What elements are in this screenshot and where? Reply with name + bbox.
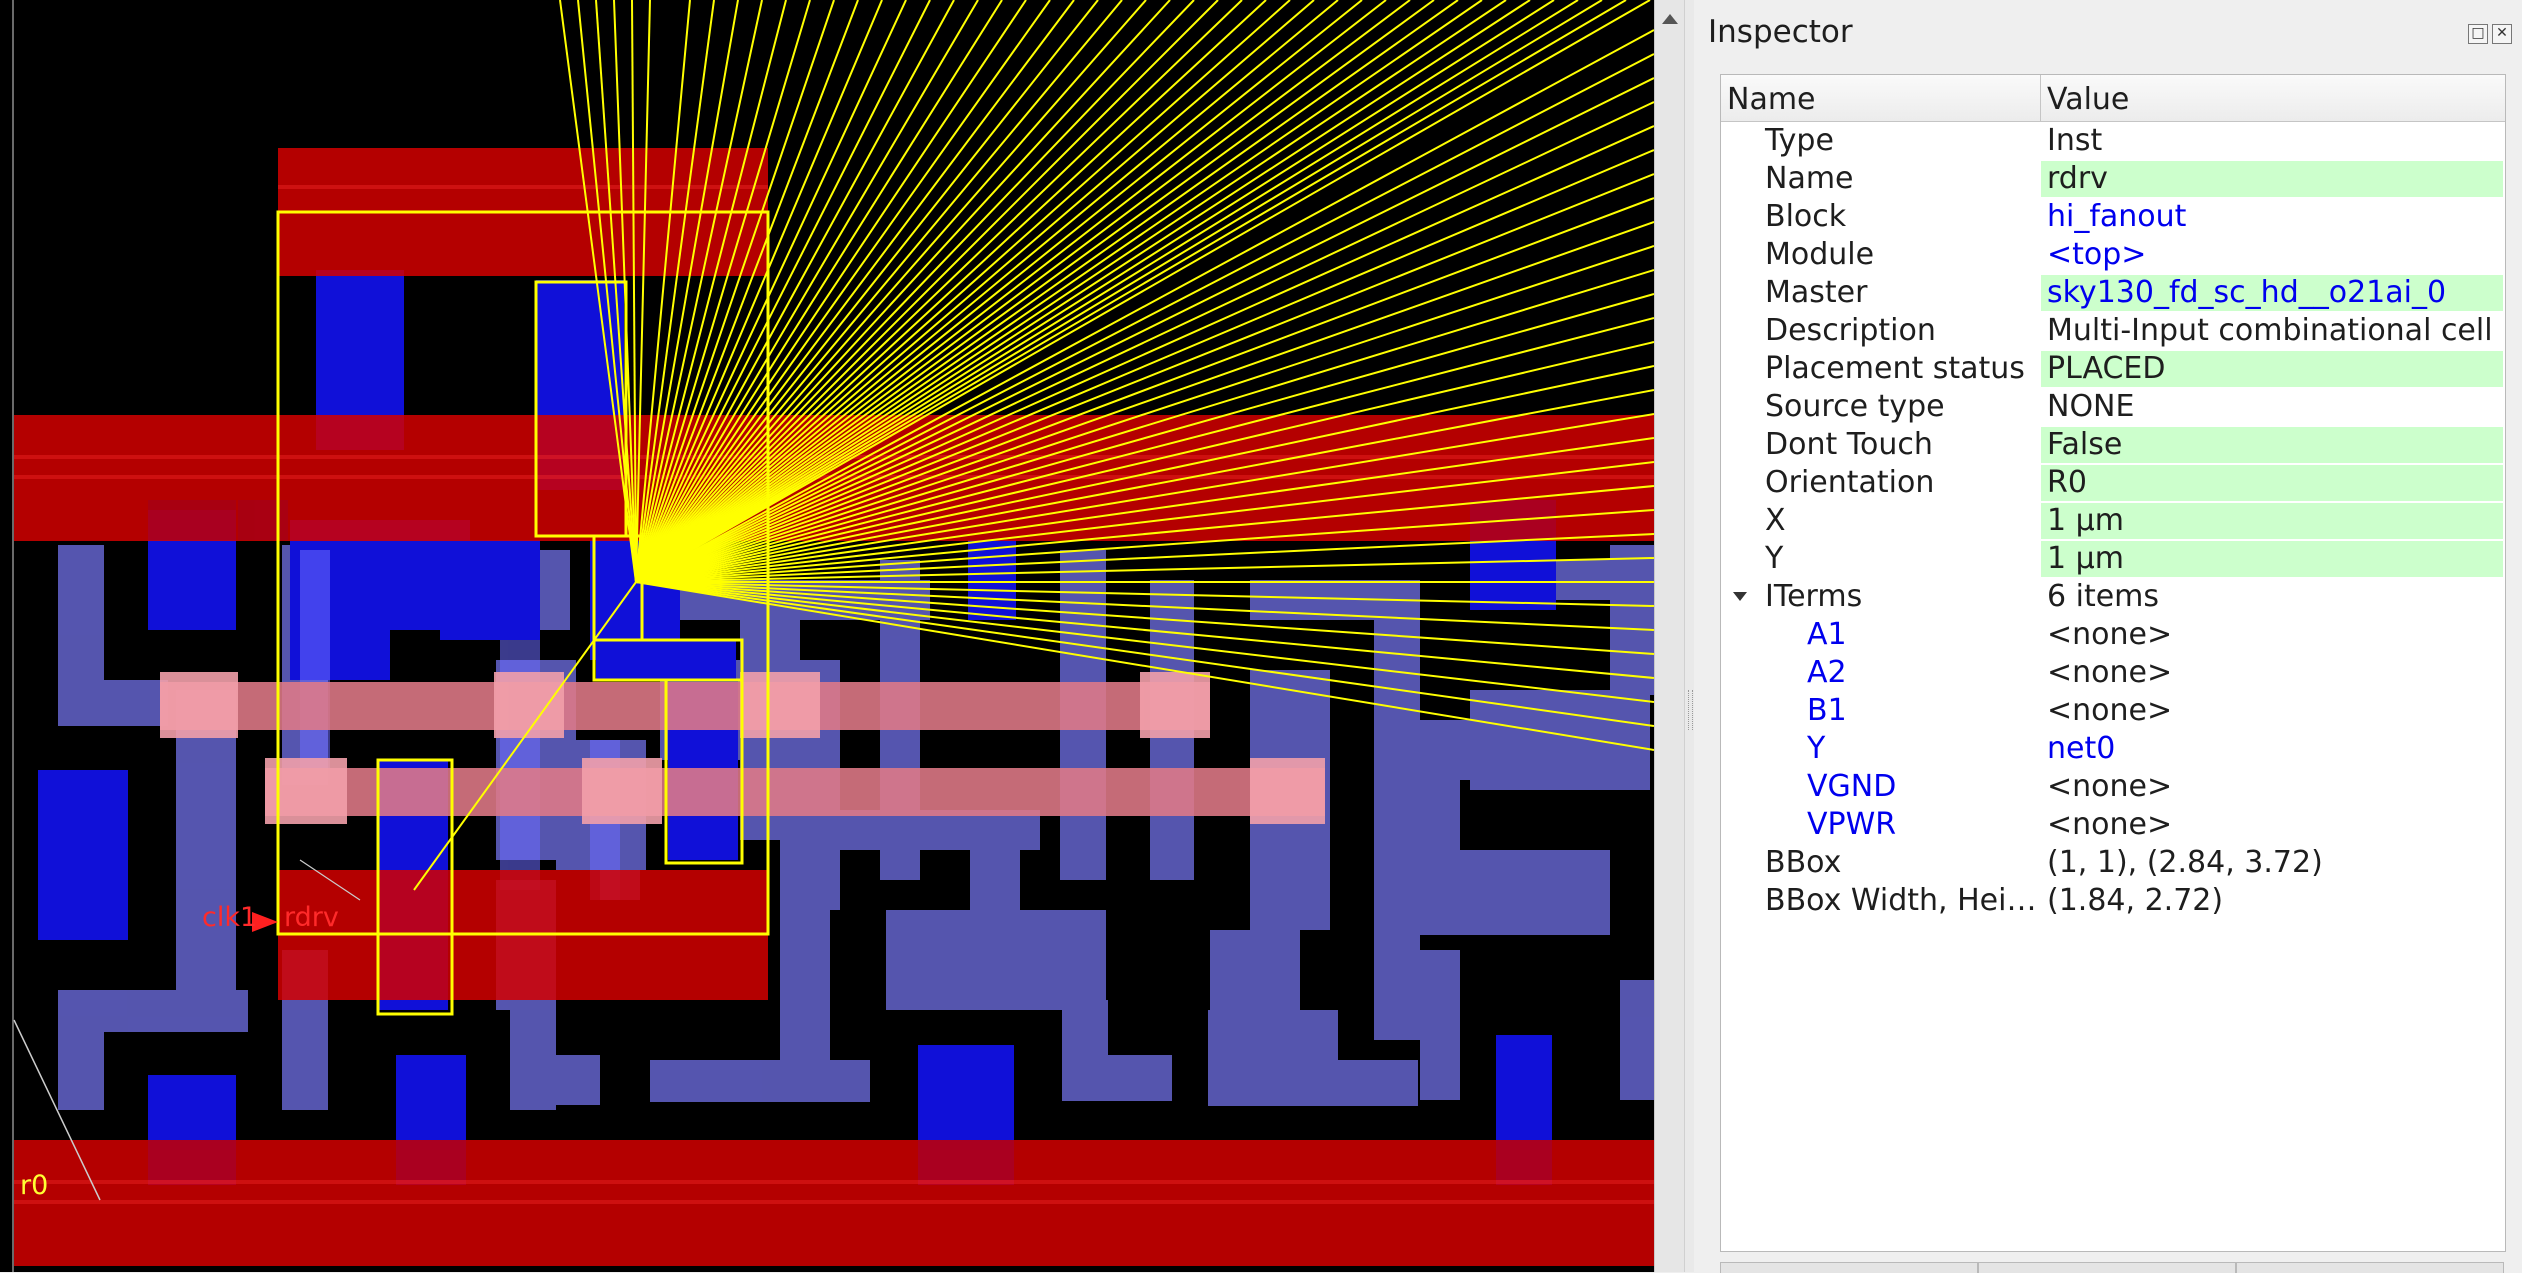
property-value: R0 — [2041, 465, 2503, 501]
expand-arrow-icon[interactable] — [1733, 592, 1747, 601]
iterm-row[interactable]: VGND <none> — [1721, 768, 2505, 806]
layout-view[interactable] — [0, 0, 1654, 1272]
canvas-vertical-scrollbar[interactable] — [1654, 0, 1685, 1272]
property-name: Name — [1765, 161, 1854, 196]
property-row[interactable]: Type Inst — [1721, 122, 2505, 160]
column-header-name[interactable]: Name — [1721, 75, 2041, 121]
iterm-row[interactable]: A1 <none> — [1721, 616, 2505, 654]
property-name: VPWR — [1807, 807, 1897, 842]
property-value[interactable]: hi_fanout — [2041, 199, 2503, 235]
fanout-flylines — [559, 0, 1654, 751]
tree-header: Name Value — [1721, 75, 2505, 122]
property-value: Inst — [2047, 123, 2103, 158]
property-name: Orientation — [1765, 465, 1935, 500]
property-name: ITerms — [1765, 579, 1863, 614]
property-row[interactable]: Name rdrv — [1721, 160, 2505, 198]
property-name: VGND — [1807, 769, 1897, 804]
property-value: <none> — [2047, 655, 2173, 690]
property-value: <none> — [2047, 617, 2173, 652]
property-value: 1 μm — [2041, 541, 2503, 577]
iterm-row[interactable]: B1 <none> — [1721, 692, 2505, 730]
property-name: Module — [1765, 237, 1875, 272]
property-value: 1 μm — [2041, 503, 2503, 539]
property-name: Placement status — [1765, 351, 2025, 386]
property-value: PLACED — [2041, 351, 2503, 387]
close-icon[interactable]: ✕ — [2492, 24, 2512, 44]
property-row[interactable]: Source type NONE — [1721, 388, 2505, 426]
inspector-tree[interactable]: Name Value Type Inst Name rdrv Block hi_fanou… — [1720, 74, 2506, 1252]
property-row[interactable]: Placement status PLACED — [1721, 350, 2505, 388]
iterm-row[interactable]: Ynet0 — [1721, 730, 2505, 768]
iterms-row[interactable]: ITerms 6 items — [1721, 578, 2505, 616]
property-name: Y — [1765, 541, 1784, 576]
property-value: <none> — [2047, 769, 2173, 804]
layout-canvas[interactable]: clk1 rdrv r0 — [0, 0, 1654, 1272]
property-name: Block — [1765, 199, 1847, 234]
bbox-size-row[interactable]: BBox Width, Hei… (1.84, 2.72) — [1721, 882, 2505, 920]
property-row[interactable]: Y 1 μm — [1721, 540, 2505, 578]
column-header-value[interactable]: Value — [2041, 75, 2505, 121]
property-name: Description — [1765, 313, 1936, 348]
property-value: NONE — [2047, 389, 2135, 424]
bbox-row[interactable]: BBox (1, 1), (2.84, 3.72) — [1721, 844, 2505, 882]
property-name: Y — [1807, 731, 1826, 766]
property-row[interactable]: X 1 μm — [1721, 502, 2505, 540]
iterm-row[interactable]: A2 <none> — [1721, 654, 2505, 692]
bottom-tab-3[interactable] — [2236, 1262, 2504, 1273]
property-name: A1 — [1807, 617, 1847, 652]
property-value: <none> — [2047, 807, 2173, 842]
property-value: <none> — [2047, 693, 2173, 728]
property-name: X — [1765, 503, 1786, 538]
label-row: r0 — [20, 1170, 49, 1201]
property-value[interactable]: net0 — [2041, 731, 2503, 767]
property-value[interactable]: sky130_fd_sc_hd__o21ai_0 — [2041, 275, 2503, 311]
property-value: False — [2041, 427, 2503, 463]
property-value: rdrv — [2041, 161, 2503, 197]
property-row[interactable]: Master sky130_fd_sc_hd__o21ai_0 — [1721, 274, 2505, 312]
splitter-grip[interactable] — [1688, 690, 1693, 730]
property-value[interactable]: <top> — [2041, 237, 2503, 273]
float-icon[interactable]: □ — [2468, 24, 2488, 44]
property-name: BBox Width, Hei… — [1765, 883, 2037, 918]
inspector-dock: Inspector □ ✕ Name Value Type Inst Name rdr… — [1694, 0, 2522, 1273]
bottom-tab-2[interactable] — [1978, 1262, 2236, 1273]
property-row[interactable]: Block hi_fanout — [1721, 198, 2505, 236]
property-name: BBox — [1765, 845, 1842, 880]
bottom-tab-1[interactable] — [1720, 1262, 1978, 1273]
property-name: B1 — [1807, 693, 1847, 728]
property-name: Dont Touch — [1765, 427, 1933, 462]
property-name: A2 — [1807, 655, 1847, 690]
inspector-title: Inspector — [1708, 14, 1853, 50]
property-row[interactable]: Module <top> — [1721, 236, 2505, 274]
property-value: 6 items — [2047, 579, 2160, 614]
label-clk: clk1 — [202, 902, 258, 933]
property-value: (1.84, 2.72) — [2047, 883, 2224, 918]
bottom-tabs — [1720, 1262, 2504, 1273]
label-instance: rdrv — [284, 902, 339, 933]
property-name: Source type — [1765, 389, 1945, 424]
property-value: Multi-Input combinational cell — [2047, 313, 2493, 348]
property-row[interactable]: Description Multi-Input combinational cel… — [1721, 312, 2505, 350]
property-name: Master — [1765, 275, 1868, 310]
property-name: Type — [1765, 123, 1834, 158]
property-row[interactable]: Dont Touch False — [1721, 426, 2505, 464]
property-row[interactable]: Orientation R0 — [1721, 464, 2505, 502]
property-value: (1, 1), (2.84, 3.72) — [2047, 845, 2323, 880]
scroll-up-arrow-icon[interactable] — [1662, 14, 1678, 24]
iterm-row[interactable]: VPWR <none> — [1721, 806, 2505, 844]
